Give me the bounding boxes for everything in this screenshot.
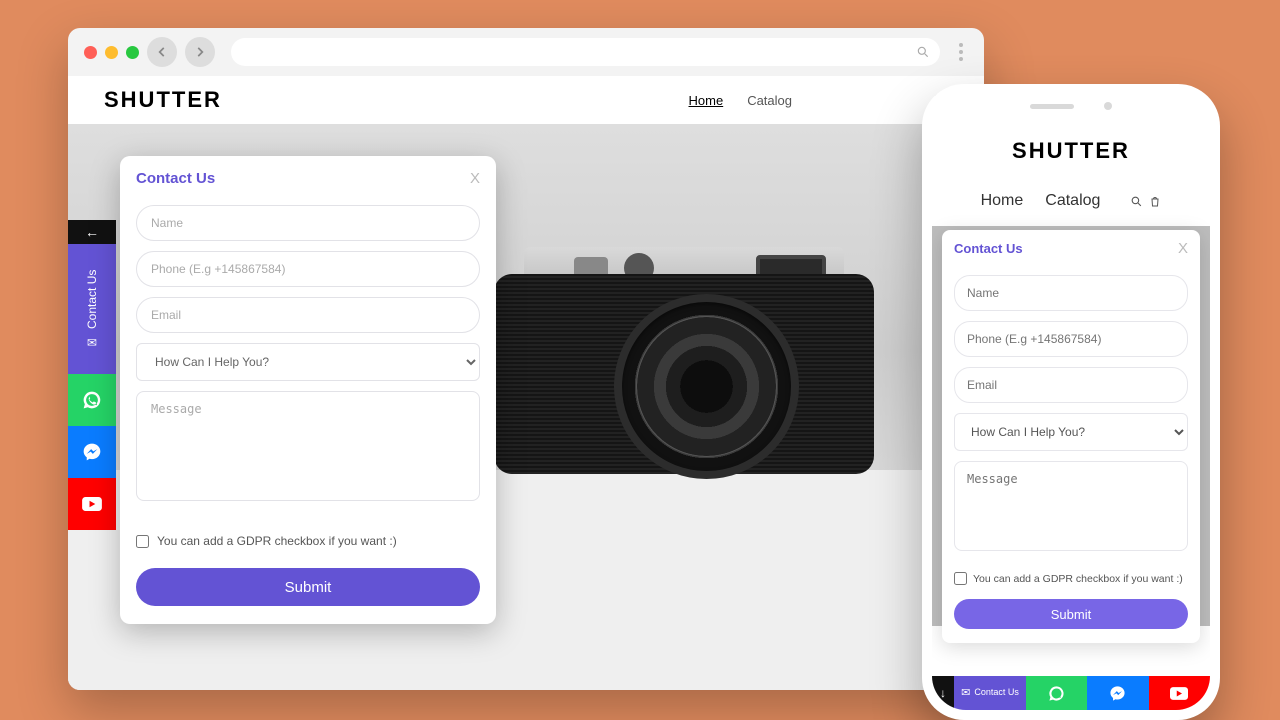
nav-home[interactable]: Home	[689, 93, 724, 108]
mobile-brand: SHUTTER	[932, 138, 1210, 164]
mobile-message-field[interactable]	[954, 461, 1188, 551]
browser-chrome	[68, 28, 984, 76]
mobile-widget-messenger-button[interactable]	[1087, 676, 1148, 710]
browser-menu-icon[interactable]	[954, 43, 968, 61]
site-nav: Home Catalog	[689, 93, 793, 108]
mobile-contact-modal: Contact Us X How Can I Help You? You can…	[942, 230, 1200, 643]
contact-modal: Contact Us X How Can I Help You? You can…	[120, 156, 496, 624]
email-field[interactable]	[136, 297, 480, 333]
mobile-name-field[interactable]	[954, 275, 1188, 311]
close-window-icon[interactable]	[84, 46, 97, 59]
desktop-browser-window: SHUTTER Home Catalog ← ✉ Contact Us	[68, 28, 984, 690]
widget-whatsapp-button[interactable]	[68, 374, 116, 426]
modal-title: Contact Us	[136, 170, 215, 187]
widget-youtube-button[interactable]	[68, 478, 116, 530]
youtube-icon	[1170, 687, 1188, 700]
mobile-widget-youtube-button[interactable]	[1149, 676, 1210, 710]
widget-contact-tab[interactable]: ✉ Contact Us	[68, 244, 116, 374]
side-contact-widget: ← ✉ Contact Us	[68, 220, 116, 530]
site-brand: SHUTTER	[104, 87, 222, 113]
mobile-modal-title: Contact Us	[954, 241, 1023, 256]
modal-close-button[interactable]: X	[470, 170, 480, 187]
topic-select[interactable]: How Can I Help You?	[136, 343, 480, 381]
widget-contact-label: Contact Us	[85, 269, 99, 328]
mobile-widget-whatsapp-button[interactable]	[1026, 676, 1087, 710]
mobile-topic-select[interactable]: How Can I Help You?	[954, 413, 1188, 451]
name-field[interactable]	[136, 205, 480, 241]
hero-camera-image	[494, 219, 874, 474]
phone-notch	[1001, 94, 1141, 118]
mobile-widget-contact-label: Contact Us	[974, 688, 1019, 698]
site-header: SHUTTER Home Catalog	[68, 76, 984, 124]
mobile-gdpr-label: You can add a GDPR checkbox if you want …	[973, 573, 1183, 585]
messenger-icon	[82, 442, 102, 462]
back-button[interactable]	[147, 37, 177, 67]
widget-messenger-button[interactable]	[68, 426, 116, 478]
whatsapp-icon	[1048, 685, 1065, 702]
mobile-phone-field[interactable]	[954, 321, 1188, 357]
phone-mockup: SHUTTER Home Catalog Contact Us X	[922, 84, 1220, 720]
mobile-search-icon[interactable]	[1130, 195, 1143, 208]
mobile-gdpr-checkbox[interactable]	[954, 572, 967, 585]
whatsapp-icon	[82, 390, 102, 410]
gdpr-row[interactable]: You can add a GDPR checkbox if you want …	[136, 534, 480, 548]
submit-button[interactable]: Submit	[136, 568, 480, 606]
mobile-bag-icon[interactable]	[1149, 195, 1161, 208]
mobile-submit-button[interactable]: Submit	[954, 599, 1188, 629]
address-bar[interactable]	[231, 38, 940, 66]
mobile-nav-home[interactable]: Home	[981, 192, 1024, 210]
nav-catalog[interactable]: Catalog	[747, 93, 792, 108]
mobile-widget-contact-tab[interactable]: ✉ Contact Us	[954, 676, 1026, 710]
gdpr-label: You can add a GDPR checkbox if you want …	[157, 534, 397, 548]
mobile-hero-area: Contact Us X How Can I Help You? You can…	[932, 226, 1210, 626]
search-icon	[916, 45, 930, 59]
mobile-contact-widget: ↓ ✉ Contact Us	[932, 676, 1210, 710]
mobile-modal-close-button[interactable]: X	[1178, 240, 1188, 257]
minimize-window-icon[interactable]	[105, 46, 118, 59]
message-field[interactable]	[136, 391, 480, 501]
forward-button[interactable]	[185, 37, 215, 67]
mobile-nav-catalog[interactable]: Catalog	[1045, 192, 1100, 210]
mobile-email-field[interactable]	[954, 367, 1188, 403]
mobile-widget-collapse-button[interactable]: ↓	[932, 676, 954, 710]
youtube-icon	[82, 497, 102, 511]
widget-collapse-button[interactable]: ←	[68, 220, 116, 244]
mobile-gdpr-row[interactable]: You can add a GDPR checkbox if you want …	[954, 572, 1188, 585]
window-traffic-lights	[84, 46, 139, 59]
mail-icon: ✉	[85, 335, 99, 349]
maximize-window-icon[interactable]	[126, 46, 139, 59]
mail-icon: ✉	[961, 687, 970, 699]
gdpr-checkbox[interactable]	[136, 535, 149, 548]
phone-field[interactable]	[136, 251, 480, 287]
messenger-icon	[1109, 685, 1126, 702]
